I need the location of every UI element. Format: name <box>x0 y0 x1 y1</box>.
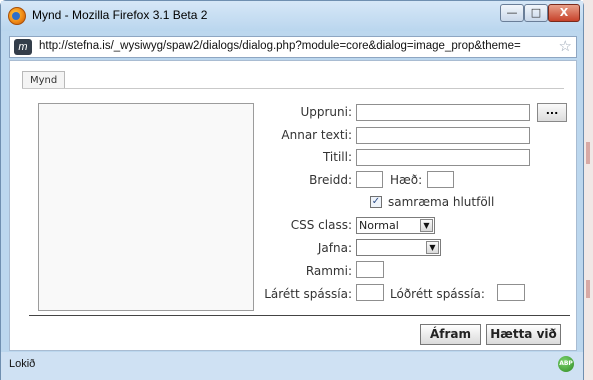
cancel-button[interactable]: Hætta við <box>486 324 561 345</box>
border-input[interactable] <box>356 261 384 278</box>
firefox-icon <box>8 7 26 25</box>
form-divider <box>29 315 570 316</box>
title-bar[interactable]: Mynd - Mozilla Firefox 3.1 Beta 2 — □ X <box>1 1 583 31</box>
width-input[interactable] <box>356 171 383 188</box>
browse-button[interactable]: ... <box>537 103 567 122</box>
star-bookmark-icon[interactable]: ☆ <box>559 37 572 55</box>
background-mark <box>586 280 590 298</box>
width-label: Breidd: <box>309 173 352 187</box>
alt-text-label: Annar texti: <box>281 128 352 142</box>
adblock-plus-icon[interactable]: ABP <box>558 356 574 372</box>
height-input[interactable] <box>427 171 454 188</box>
vspace-label: Lóðrétt spássía: <box>390 287 485 301</box>
height-label: Hæð: <box>390 173 423 187</box>
css-class-select[interactable]: Normal ▼ <box>356 217 435 234</box>
constrain-checkbox[interactable]: ✓ <box>370 196 382 208</box>
alt-text-input[interactable] <box>356 127 530 144</box>
status-text: Lokið <box>9 358 36 370</box>
tab-divider <box>22 88 564 89</box>
title-input[interactable] <box>356 149 530 166</box>
address-bar[interactable]: m http://stefna.is/_wysiwyg/spaw2/dialog… <box>9 36 577 58</box>
constrain-label: samræma hlutföll <box>388 195 495 209</box>
window-title: Mynd - Mozilla Firefox 3.1 Beta 2 <box>32 8 208 22</box>
status-bar: Lokið ABP <box>1 352 583 380</box>
minimize-button[interactable]: — <box>500 4 524 22</box>
border-label: Rammi: <box>305 264 352 278</box>
source-input[interactable] <box>356 104 530 121</box>
ok-button[interactable]: Áfram <box>420 324 481 345</box>
tab-mynd[interactable]: Mynd <box>22 71 66 89</box>
css-class-label: CSS class: <box>290 218 352 232</box>
browser-window: Mynd - Mozilla Firefox 3.1 Beta 2 — □ X … <box>0 0 584 380</box>
chevron-down-icon: ▼ <box>426 241 439 254</box>
hspace-label: Lárétt spássía: <box>264 287 352 301</box>
image-preview <box>38 103 254 311</box>
align-select[interactable]: ▼ <box>356 239 441 256</box>
background-mark <box>586 142 590 164</box>
dialog-content: Mynd Uppruni: ... Annar texti: Titill: B… <box>9 60 577 351</box>
address-url[interactable]: http://stefna.is/_wysiwyg/spaw2/dialogs/… <box>39 40 521 52</box>
maximize-button[interactable]: □ <box>524 4 548 22</box>
site-favicon-icon: m <box>14 39 32 55</box>
align-label: Jafna: <box>317 241 352 255</box>
css-class-value: Normal <box>359 219 399 232</box>
background-page-strip <box>583 0 593 380</box>
hspace-input[interactable] <box>356 284 384 301</box>
title-label: Titill: <box>322 150 352 164</box>
close-button[interactable]: X <box>548 4 580 22</box>
vspace-input[interactable] <box>497 284 525 301</box>
source-label: Uppruni: <box>300 105 352 119</box>
chevron-down-icon: ▼ <box>420 219 433 232</box>
